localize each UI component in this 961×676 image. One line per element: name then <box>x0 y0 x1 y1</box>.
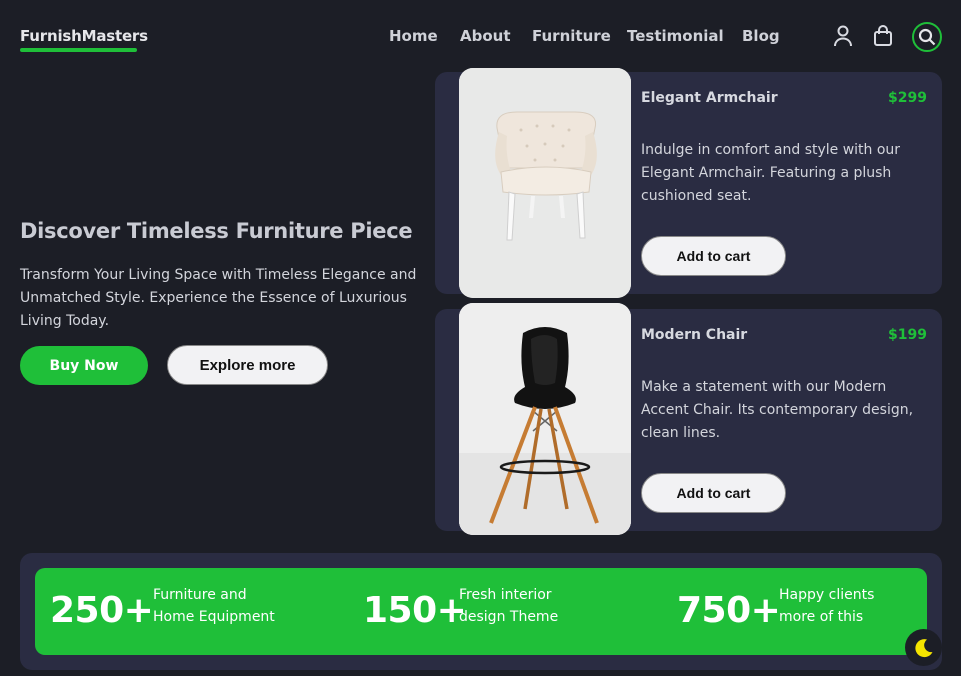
shopping-bag-icon[interactable] <box>872 24 894 48</box>
nav-furniture[interactable]: Furniture <box>532 27 611 45</box>
buy-now-button[interactable]: Buy Now <box>20 346 148 385</box>
theme-toggle-button[interactable] <box>905 629 942 666</box>
product-description: Indulge in comfort and style with our El… <box>641 142 901 204</box>
product-description: Make a statement with our Modern Accent … <box>641 379 914 441</box>
hero-title: Discover Timeless Furniture Piece <box>20 219 413 243</box>
user-icon[interactable] <box>832 24 854 48</box>
add-to-cart-button[interactable]: Add to cart <box>641 473 786 513</box>
nav-testimonial[interactable]: Testimonial <box>627 27 724 45</box>
product-price: $199 <box>888 327 927 343</box>
product-name: Modern Chair <box>641 327 748 343</box>
stat-number: 750+ <box>677 590 781 631</box>
explore-more-button[interactable]: Explore more <box>167 345 328 385</box>
search-icon <box>918 28 936 46</box>
logo[interactable]: FurnishMasters <box>20 27 148 45</box>
nav-blog[interactable]: Blog <box>742 27 780 45</box>
nav-about[interactable]: About <box>460 27 511 45</box>
add-to-cart-button[interactable]: Add to cart <box>641 236 786 276</box>
product-card: Modern Chair $199 Make a statement with … <box>435 303 942 535</box>
stat-label: Happy clients more of this <box>779 587 875 625</box>
product-name: Elegant Armchair <box>641 90 778 106</box>
stat-number: 250+ <box>50 590 154 631</box>
hero-description: Transform Your Living Space with Timeles… <box>20 267 417 329</box>
stat-label: Furniture and Home Equipment <box>153 587 275 625</box>
stat-number: 150+ <box>363 590 467 631</box>
nav-home[interactable]: Home <box>389 27 438 45</box>
stool-image <box>459 303 631 535</box>
moon-icon <box>914 638 932 657</box>
product-card: Elegant Armchair $299 Indulge in comfort… <box>435 68 942 298</box>
search-button[interactable] <box>912 22 942 52</box>
product-price: $299 <box>888 90 927 106</box>
armchair-image <box>459 68 631 298</box>
stat-label: Fresh interior design Theme <box>459 587 559 625</box>
logo-underline <box>20 48 137 52</box>
